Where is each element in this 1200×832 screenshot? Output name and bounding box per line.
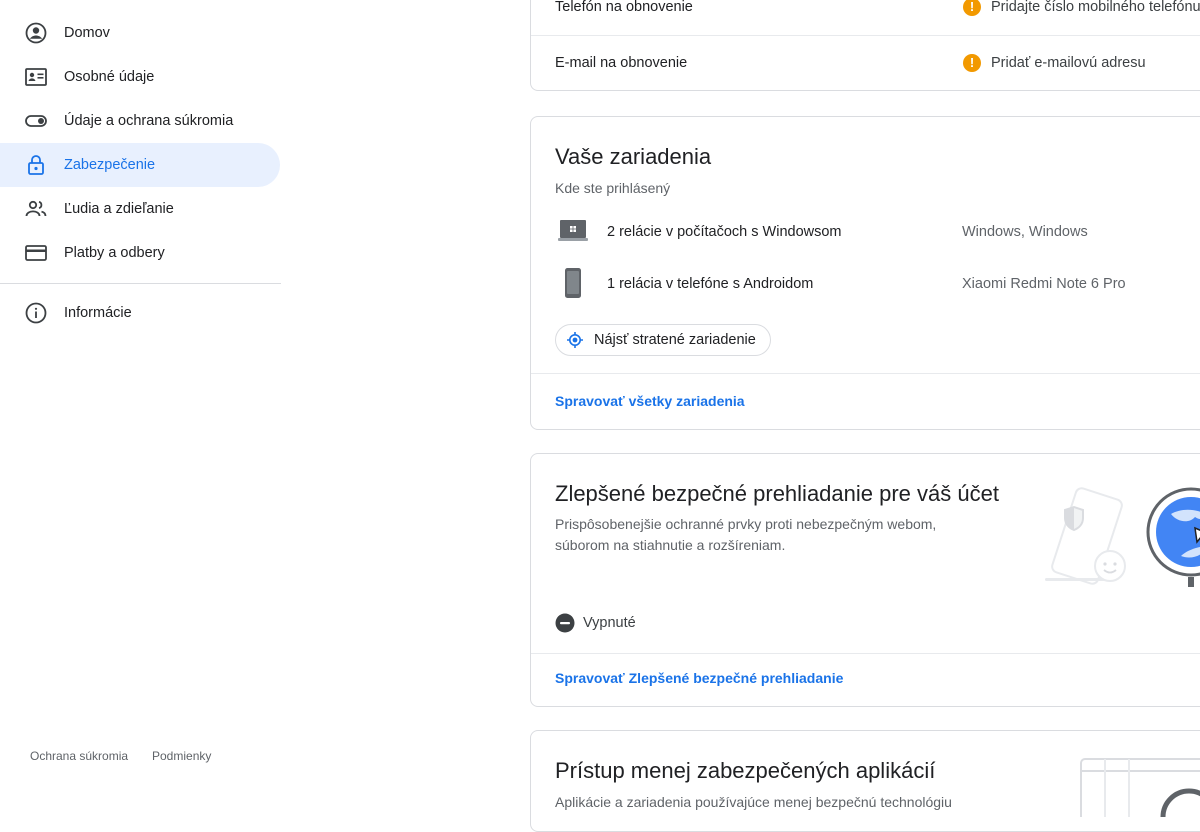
recovery-card: Telefón na obnovenie ! Pridajte číslo mo… [530,0,1200,91]
sidebar-divider [0,283,281,284]
device-model-text: Windows, Windows [962,224,1088,240]
locate-icon [567,332,583,348]
find-lost-device-label: Nájsť stratené zariadenie [594,332,756,348]
less-secure-apps-illustration [1080,758,1200,817]
manage-safe-browsing-link[interactable]: Spravovať Zlepšené bezpečné prehliadanie [555,670,843,686]
sidebar-item-label: Informácie [64,305,132,321]
less-secure-apps-description: Aplikácie a zariadenia používajúce menej… [555,794,952,810]
sidebar-item-home[interactable]: Domov [0,11,280,55]
phone-icon [565,268,581,298]
sidebar-item-label: Platby a odbery [64,245,165,261]
sidebar-item-payments[interactable]: Platby a odbery [0,231,280,275]
divider [531,373,1200,374]
safe-browsing-description-line1: Prispôsobenejšie ochranné prvky proti ne… [555,516,937,532]
devices-card: Vaše zariadenia Kde ste prihlásený 2 rel… [530,116,1200,430]
devices-subtitle: Kde ste prihlásený [555,180,671,196]
sidebar-item-people-sharing[interactable]: Ľudia a zdieľanie [0,187,280,231]
sidebar: Domov Osobné údaje Údaje a ochrana súkro… [0,0,281,800]
sidebar-item-personal-info[interactable]: Osobné údaje [0,55,280,99]
devices-title: Vaše zariadenia [555,144,712,169]
account-circle-icon [25,22,47,44]
device-session-text: 2 relácie v počítačoch s Windowsom [607,224,842,240]
toggle-icon [25,115,47,127]
sidebar-item-data-privacy[interactable]: Údaje a ochrana súkromia [0,99,280,143]
terms-link[interactable]: Podmienky [152,749,211,763]
laptop-icon [558,220,588,241]
credit-card-icon [25,245,47,261]
sidebar-item-label: Domov [64,25,110,41]
divider [531,35,1200,36]
find-lost-device-button[interactable]: Nájsť stratené zariadenie [555,324,771,356]
divider [531,653,1200,654]
recovery-email-value[interactable]: Pridať e-mailovú adresu [991,55,1146,71]
safe-browsing-status: Vypnuté [583,615,636,631]
warning-icon: ! [963,54,981,72]
recovery-phone-label: Telefón na obnovenie [555,0,693,15]
people-icon [25,200,47,217]
id-card-icon [25,68,47,86]
less-secure-apps-title: Prístup menej zabezpečených aplikácií [555,758,936,783]
device-session-text: 1 relácia v telefóne s Androidom [607,276,814,292]
warning-icon: ! [963,0,981,16]
device-model-text: Xiaomi Redmi Note 6 Pro [962,276,1126,292]
disabled-status-icon [555,613,575,633]
manage-devices-link[interactable]: Spravovať všetky zariadenia [555,393,745,409]
sidebar-item-label: Zabezpečenie [64,157,156,173]
safe-browsing-description-line2: súborom na stiahnutie a rozšíreniam. [555,537,786,553]
safe-browsing-illustration [1045,487,1200,587]
info-icon [25,302,47,324]
recovery-phone-value[interactable]: Pridajte číslo mobilného telefónu [991,0,1200,15]
less-secure-apps-card: Prístup menej zabezpečených aplikácií Ap… [530,730,1200,832]
sidebar-item-label: Údaje a ochrana súkromia [64,113,234,129]
safe-browsing-title: Zlepšené bezpečné prehliadanie pre váš ú… [555,481,999,506]
sidebar-item-security[interactable]: Zabezpečenie [0,143,280,187]
sidebar-item-about[interactable]: Informácie [0,291,280,335]
sidebar-item-label: Osobné údaje [64,69,155,85]
recovery-email-label: E-mail na obnovenie [555,55,688,71]
safe-browsing-card: Zlepšené bezpečné prehliadanie pre váš ú… [530,453,1200,707]
privacy-link[interactable]: Ochrana súkromia [30,749,128,763]
sidebar-item-label: Ľudia a zdieľanie [64,201,174,217]
lock-icon [28,155,44,175]
